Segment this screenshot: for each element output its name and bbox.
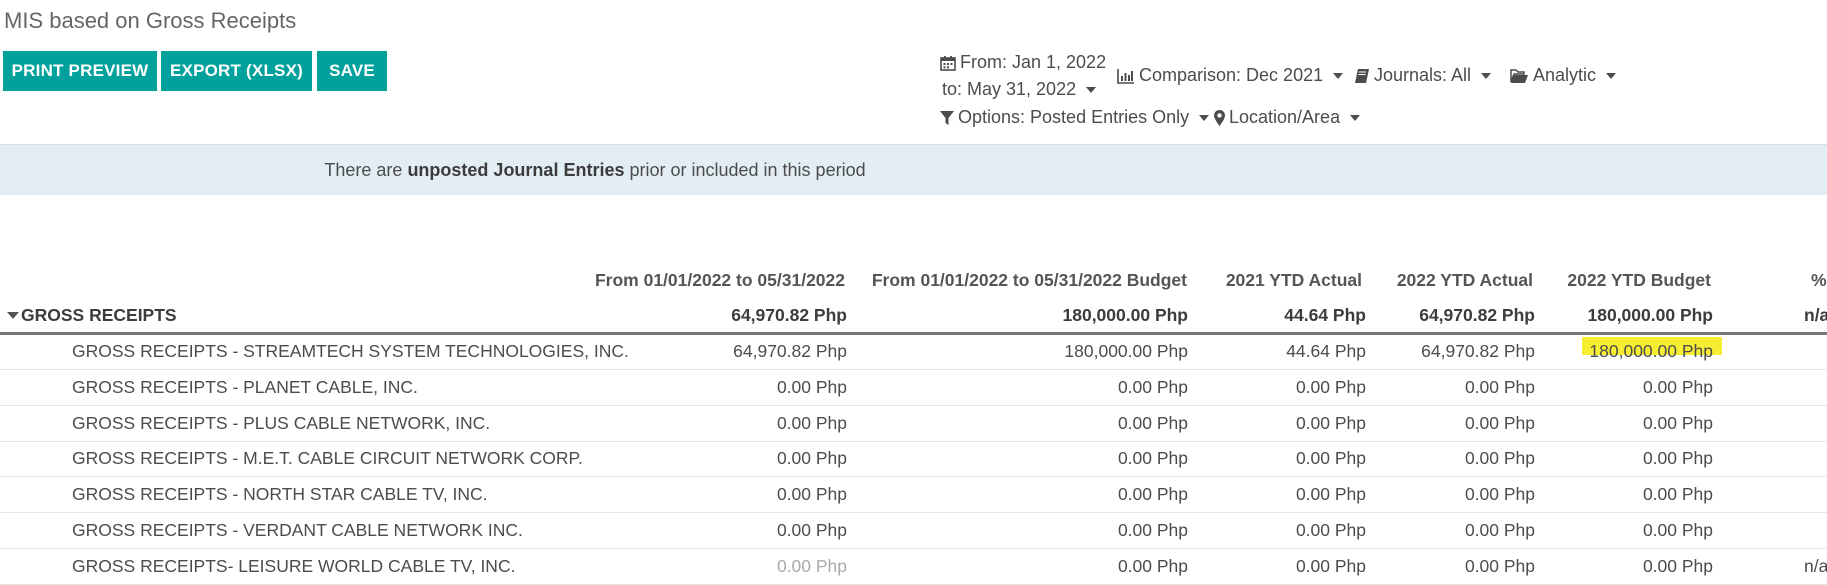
table-row[interactable]: GROSS RECEIPTS - PLUS CABLE NETWORK, INC…: [0, 405, 1827, 442]
row-cell[interactable]: 0.00 Php: [1118, 377, 1188, 398]
date-to-filter[interactable]: to: May 31, 2022: [942, 79, 1097, 100]
row-cell[interactable]: 0.00 Php: [777, 377, 847, 398]
row-label: GROSS RECEIPTS - PLANET CABLE, INC.: [72, 376, 418, 397]
comparison-label: Comparison: Dec 2021: [1139, 65, 1324, 85]
row-cell[interactable]: 0.00 Php: [1643, 520, 1713, 541]
row-cell[interactable]: 44.64 Php: [1286, 341, 1366, 362]
row-cell[interactable]: 64,970.82 Php: [1421, 341, 1535, 362]
row-cell[interactable]: 180,000.00 Php: [1589, 341, 1713, 362]
row-label: GROSS RECEIPTS - STREAMTECH SYSTEM TECHN…: [72, 341, 629, 361]
row-cell-percent: n/a: [1804, 555, 1827, 576]
row-cell[interactable]: 0.00 Php: [777, 484, 847, 505]
row-cell[interactable]: 0.00 Php: [1296, 520, 1366, 541]
total-cell: 180,000.00 Php: [1587, 305, 1714, 325]
col-header-2022-ytd-budget: 2022 YTD Budget: [1567, 270, 1711, 290]
options-label: Options: Posted Entries Only: [958, 107, 1190, 127]
table-row[interactable]: GROSS RECEIPTS - PLANET CABLE, INC. 0.00 …: [0, 369, 1827, 406]
options-filter[interactable]: Options: Posted Entries Only: [940, 107, 1210, 128]
col-header-percent: %: [1811, 270, 1827, 290]
table-row[interactable]: GROSS RECEIPTS - M.E.T. CABLE CIRCUIT NE…: [0, 440, 1827, 478]
col-header-2022-ytd-actual: 2022 YTD Actual: [1396, 270, 1533, 290]
row-cell[interactable]: 180,000.00 Php: [1064, 341, 1188, 362]
total-cell: 64,970.82 Php: [731, 305, 847, 325]
row-cell[interactable]: 0.00 Php: [1296, 484, 1366, 505]
total-cell: 180,000.00 Php: [1062, 305, 1189, 325]
row-cell[interactable]: 0.00 Php: [1643, 556, 1713, 577]
row-cell[interactable]: 0.00 Php: [1465, 484, 1535, 505]
row-cell[interactable]: 0.00 Php: [1118, 413, 1188, 434]
row-cell[interactable]: 0.00 Php: [1118, 520, 1188, 541]
total-cell: 44.64 Php: [1284, 305, 1366, 325]
row-cell[interactable]: 0.00 Php: [1465, 448, 1535, 469]
banner-bold-text: unposted Journal Entries: [407, 159, 625, 180]
row-cell[interactable]: 0.00 Php: [1465, 556, 1535, 577]
chevron-down-icon: [1350, 114, 1361, 121]
row-cell[interactable]: 0.00 Php: [1465, 413, 1535, 434]
map-marker-icon: [1214, 109, 1225, 126]
col-header-period: From 01/01/2022 to 05/31/2022: [594, 270, 845, 290]
chevron-down-icon: [1606, 72, 1617, 79]
date-from-label: From: Jan 1, 2022: [960, 52, 1107, 72]
print-preview-button[interactable]: PRINT PREVIEW: [3, 51, 157, 91]
row-cell[interactable]: 0.00 Php: [777, 520, 847, 541]
total-row[interactable]: GROSS RECEIPTS 64,970.82 Php 180,000.00 …: [0, 297, 1827, 333]
row-cell[interactable]: 64,970.82 Php: [733, 341, 847, 362]
table-row[interactable]: GROSS RECEIPTS - NORTH STAR CABLE TV, IN…: [0, 476, 1827, 514]
row-cell[interactable]: 0.00 Php: [1118, 448, 1188, 469]
table-row[interactable]: GROSS RECEIPTS- LEISURE WORLD CABLE TV, …: [0, 548, 1827, 585]
row-cell[interactable]: 0.00 Php: [1296, 448, 1366, 469]
analytic-filter[interactable]: Analytic: [1510, 65, 1617, 86]
location-filter[interactable]: Location/Area: [1214, 107, 1361, 128]
date-to-label: to: May 31, 2022: [942, 79, 1077, 99]
analytic-label: Analytic: [1533, 65, 1597, 85]
chevron-down-icon: [1333, 72, 1344, 79]
calendar-icon: [940, 55, 956, 71]
row-label: GROSS RECEIPTS - NORTH STAR CABLE TV, IN…: [72, 484, 488, 505]
date-range-filter[interactable]: From: Jan 1, 2022: [940, 52, 1106, 73]
folder-open-icon: [1510, 68, 1529, 84]
caret-down-icon[interactable]: [7, 312, 19, 319]
save-button[interactable]: SAVE: [317, 51, 387, 91]
total-cell-percent: n/a: [1804, 305, 1827, 325]
row-cell[interactable]: 0.00 Php: [1296, 556, 1366, 577]
row-label: GROSS RECEIPTS- LEISURE WORLD CABLE TV, …: [72, 555, 516, 576]
total-row-label: GROSS RECEIPTS: [21, 305, 177, 325]
location-label: Location/Area: [1229, 107, 1341, 127]
row-cell[interactable]: 0.00 Php: [777, 448, 847, 469]
funnel-icon: [940, 110, 954, 126]
col-header-2021-ytd-actual: 2021 YTD Actual: [1225, 270, 1362, 290]
table-row[interactable]: GROSS RECEIPTS - STREAMTECH SYSTEM TECHN…: [0, 333, 1827, 370]
row-cell[interactable]: 0.00 Php: [1465, 520, 1535, 541]
unposted-entries-banner: There are unposted Journal Entries prior…: [0, 145, 1827, 195]
row-cell[interactable]: 0.00 Php: [777, 413, 847, 434]
row-cell[interactable]: 0.00 Php: [1465, 377, 1535, 398]
row-cell[interactable]: 0.00 Php: [1643, 448, 1713, 469]
col-header-period-budget: From 01/01/2022 to 05/31/2022 Budget: [871, 270, 1187, 290]
export-xlsx-button[interactable]: EXPORT (XLSX): [161, 51, 312, 91]
page-title: MIS based on Gross Receipts: [4, 8, 297, 33]
row-label: GROSS RECEIPTS - PLUS CABLE NETWORK, INC…: [72, 412, 491, 433]
bar-chart-icon: [1117, 68, 1135, 84]
row-cell[interactable]: 0.00 Php: [1296, 377, 1366, 398]
row-cell[interactable]: 0.00 Php: [1643, 413, 1713, 434]
row-cell[interactable]: 0.00 Php: [1118, 556, 1188, 577]
journals-label: Journals: All: [1374, 65, 1472, 85]
book-icon: [1354, 68, 1370, 84]
row-label: GROSS RECEIPTS - VERDANT CABLE NETWORK I…: [72, 520, 523, 540]
row-label: GROSS RECEIPTS - M.E.T. CABLE CIRCUIT NE…: [72, 448, 583, 469]
table-row[interactable]: GROSS RECEIPTS - VERDANT CABLE NETWORK I…: [0, 512, 1827, 549]
row-cell[interactable]: 0.00 Php: [777, 556, 847, 577]
row-cell[interactable]: 0.00 Php: [1118, 484, 1188, 505]
row-cell[interactable]: 0.00 Php: [1296, 413, 1366, 434]
chevron-down-icon: [1481, 72, 1492, 79]
total-cell: 64,970.82 Php: [1419, 305, 1535, 325]
chevron-down-icon: [1199, 114, 1210, 121]
row-cell[interactable]: 0.00 Php: [1643, 377, 1713, 398]
journals-filter[interactable]: Journals: All: [1354, 65, 1492, 86]
comparison-filter[interactable]: Comparison: Dec 2021: [1117, 65, 1344, 86]
row-cell[interactable]: 0.00 Php: [1643, 484, 1713, 505]
chevron-down-icon: [1086, 86, 1097, 93]
banner-text: There are unposted Journal Entries prior…: [324, 159, 866, 180]
